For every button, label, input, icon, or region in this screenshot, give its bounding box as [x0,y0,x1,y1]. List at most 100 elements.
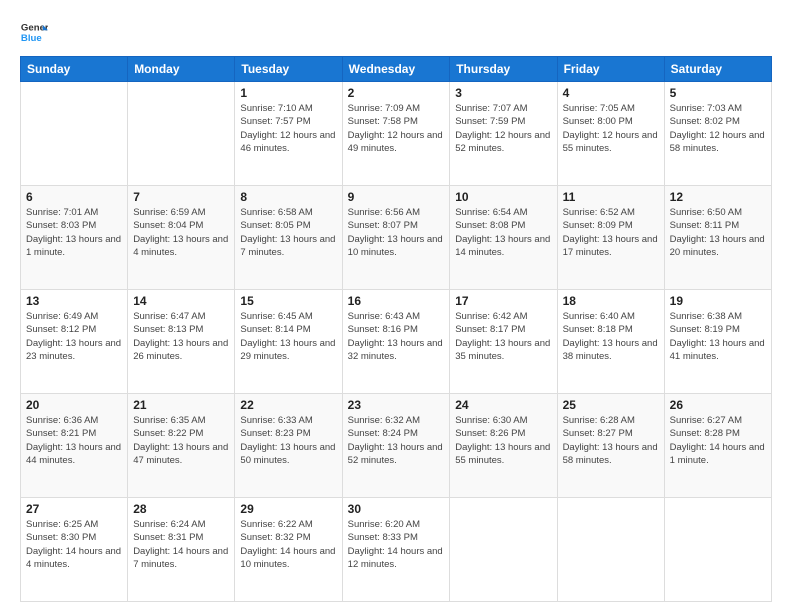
calendar-week-5: 27 Sunrise: 6:25 AMSunset: 8:30 PMDayligh… [21,498,772,602]
page: General Blue SundayMondayTuesdayWednesda… [0,0,792,612]
calendar-cell: 17 Sunrise: 6:42 AMSunset: 8:17 PMDayligh… [450,290,557,394]
day-number: 20 [26,398,122,412]
calendar-cell: 18 Sunrise: 6:40 AMSunset: 8:18 PMDayligh… [557,290,664,394]
weekday-header-thursday: Thursday [450,57,557,82]
day-number: 7 [133,190,229,204]
calendar-cell: 13Sunrise: 6:49 AMSunset: 8:12 PMDayligh… [21,290,128,394]
calendar-cell: 15 Sunrise: 6:45 AMSunset: 8:14 PMDayligh… [235,290,342,394]
calendar-cell: 27 Sunrise: 6:25 AMSunset: 8:30 PMDayligh… [21,498,128,602]
day-info: Sunrise: 6:49 AMSunset: 8:12 PMDaylight:… [26,310,122,363]
day-info: Sunrise: 6:52 AMSunset: 8:09 PMDaylight:… [563,206,659,259]
calendar-cell [21,82,128,186]
calendar-cell: 16Sunrise: 6:43 AMSunset: 8:16 PMDayligh… [342,290,450,394]
weekday-header-friday: Friday [557,57,664,82]
day-info: Sunrise: 6:47 AMSunset: 8:13 PMDaylight:… [133,310,229,363]
calendar-body: 1 Sunrise: 7:10 AMSunset: 7:57 PMDaylight… [21,82,772,602]
calendar-cell: 29 Sunrise: 6:22 AMSunset: 8:32 PMDayligh… [235,498,342,602]
weekday-header-saturday: Saturday [664,57,771,82]
day-info: Sunrise: 7:09 AMSunset: 7:58 PMDaylight:… [348,102,445,155]
day-info: Sunrise: 6:45 AMSunset: 8:14 PMDaylight:… [240,310,336,363]
day-info: Sunrise: 6:38 AMSunset: 8:19 PMDaylight:… [670,310,766,363]
day-info: Sunrise: 6:56 AMSunset: 8:07 PMDaylight:… [348,206,445,259]
day-number: 11 [563,190,659,204]
calendar-cell: 1 Sunrise: 7:10 AMSunset: 7:57 PMDaylight… [235,82,342,186]
day-number: 21 [133,398,229,412]
day-info: Sunrise: 6:42 AMSunset: 8:17 PMDaylight:… [455,310,551,363]
day-info: Sunrise: 6:58 AMSunset: 8:05 PMDaylight:… [240,206,336,259]
day-number: 27 [26,502,122,516]
day-number: 10 [455,190,551,204]
day-info: Sunrise: 6:54 AMSunset: 8:08 PMDaylight:… [455,206,551,259]
day-info: Sunrise: 6:32 AMSunset: 8:24 PMDaylight:… [348,414,445,467]
day-info: Sunrise: 7:01 AMSunset: 8:03 PMDaylight:… [26,206,122,259]
day-info: Sunrise: 6:20 AMSunset: 8:33 PMDaylight:… [348,518,445,571]
day-info: Sunrise: 6:40 AMSunset: 8:18 PMDaylight:… [563,310,659,363]
day-info: Sunrise: 6:25 AMSunset: 8:30 PMDaylight:… [26,518,122,571]
calendar-cell: 4 Sunrise: 7:05 AMSunset: 8:00 PMDaylight… [557,82,664,186]
calendar-week-3: 13Sunrise: 6:49 AMSunset: 8:12 PMDayligh… [21,290,772,394]
day-info: Sunrise: 7:03 AMSunset: 8:02 PMDaylight:… [670,102,766,155]
day-info: Sunrise: 6:30 AMSunset: 8:26 PMDaylight:… [455,414,551,467]
day-number: 1 [240,86,336,100]
day-number: 24 [455,398,551,412]
day-info: Sunrise: 6:43 AMSunset: 8:16 PMDaylight:… [348,310,445,363]
day-info: Sunrise: 6:35 AMSunset: 8:22 PMDaylight:… [133,414,229,467]
day-number: 4 [563,86,659,100]
weekday-header-wednesday: Wednesday [342,57,450,82]
weekday-header-monday: Monday [128,57,235,82]
calendar-cell: 5 Sunrise: 7:03 AMSunset: 8:02 PMDaylight… [664,82,771,186]
calendar-cell: 10 Sunrise: 6:54 AMSunset: 8:08 PMDayligh… [450,186,557,290]
calendar-cell: 22 Sunrise: 6:33 AMSunset: 8:23 PMDayligh… [235,394,342,498]
calendar-cell [664,498,771,602]
logo: General Blue [20,18,54,46]
weekday-header-row: SundayMondayTuesdayWednesdayThursdayFrid… [21,57,772,82]
day-number: 19 [670,294,766,308]
day-number: 26 [670,398,766,412]
day-info: Sunrise: 6:28 AMSunset: 8:27 PMDaylight:… [563,414,659,467]
day-number: 6 [26,190,122,204]
day-number: 22 [240,398,336,412]
day-number: 17 [455,294,551,308]
calendar-week-4: 20 Sunrise: 6:36 AMSunset: 8:21 PMDayligh… [21,394,772,498]
calendar-cell: 20 Sunrise: 6:36 AMSunset: 8:21 PMDayligh… [21,394,128,498]
calendar-cell: 9 Sunrise: 6:56 AMSunset: 8:07 PMDaylight… [342,186,450,290]
day-number: 9 [348,190,445,204]
day-number: 2 [348,86,445,100]
day-info: Sunrise: 6:33 AMSunset: 8:23 PMDaylight:… [240,414,336,467]
calendar-cell: 3 Sunrise: 7:07 AMSunset: 7:59 PMDaylight… [450,82,557,186]
day-number: 23 [348,398,445,412]
calendar-week-2: 6 Sunrise: 7:01 AMSunset: 8:03 PMDaylight… [21,186,772,290]
day-info: Sunrise: 7:05 AMSunset: 8:00 PMDaylight:… [563,102,659,155]
calendar-cell: 14 Sunrise: 6:47 AMSunset: 8:13 PMDayligh… [128,290,235,394]
calendar-cell: 6 Sunrise: 7:01 AMSunset: 8:03 PMDaylight… [21,186,128,290]
day-number: 5 [670,86,766,100]
calendar-cell: 23 Sunrise: 6:32 AMSunset: 8:24 PMDayligh… [342,394,450,498]
day-number: 30 [348,502,445,516]
weekday-header-sunday: Sunday [21,57,128,82]
logo-icon: General Blue [20,18,48,46]
svg-text:Blue: Blue [21,33,42,44]
calendar-cell [128,82,235,186]
calendar-cell: 28Sunrise: 6:24 AMSunset: 8:31 PMDayligh… [128,498,235,602]
calendar-week-1: 1 Sunrise: 7:10 AMSunset: 7:57 PMDaylight… [21,82,772,186]
day-number: 29 [240,502,336,516]
calendar-cell: 2 Sunrise: 7:09 AMSunset: 7:58 PMDaylight… [342,82,450,186]
day-number: 14 [133,294,229,308]
calendar-cell: 12Sunrise: 6:50 AMSunset: 8:11 PMDayligh… [664,186,771,290]
day-info: Sunrise: 6:36 AMSunset: 8:21 PMDaylight:… [26,414,122,467]
day-info: Sunrise: 6:59 AMSunset: 8:04 PMDaylight:… [133,206,229,259]
day-info: Sunrise: 6:22 AMSunset: 8:32 PMDaylight:… [240,518,336,571]
calendar-cell: 24 Sunrise: 6:30 AMSunset: 8:26 PMDayligh… [450,394,557,498]
calendar-cell: 25 Sunrise: 6:28 AMSunset: 8:27 PMDayligh… [557,394,664,498]
day-number: 25 [563,398,659,412]
day-number: 15 [240,294,336,308]
day-number: 3 [455,86,551,100]
day-number: 18 [563,294,659,308]
day-info: Sunrise: 7:07 AMSunset: 7:59 PMDaylight:… [455,102,551,155]
day-info: Sunrise: 6:50 AMSunset: 8:11 PMDaylight:… [670,206,766,259]
day-number: 8 [240,190,336,204]
day-info: Sunrise: 7:10 AMSunset: 7:57 PMDaylight:… [240,102,336,155]
day-info: Sunrise: 6:24 AMSunset: 8:31 PMDaylight:… [133,518,229,571]
header: General Blue [20,18,772,46]
calendar-cell: 30 Sunrise: 6:20 AMSunset: 8:33 PMDayligh… [342,498,450,602]
